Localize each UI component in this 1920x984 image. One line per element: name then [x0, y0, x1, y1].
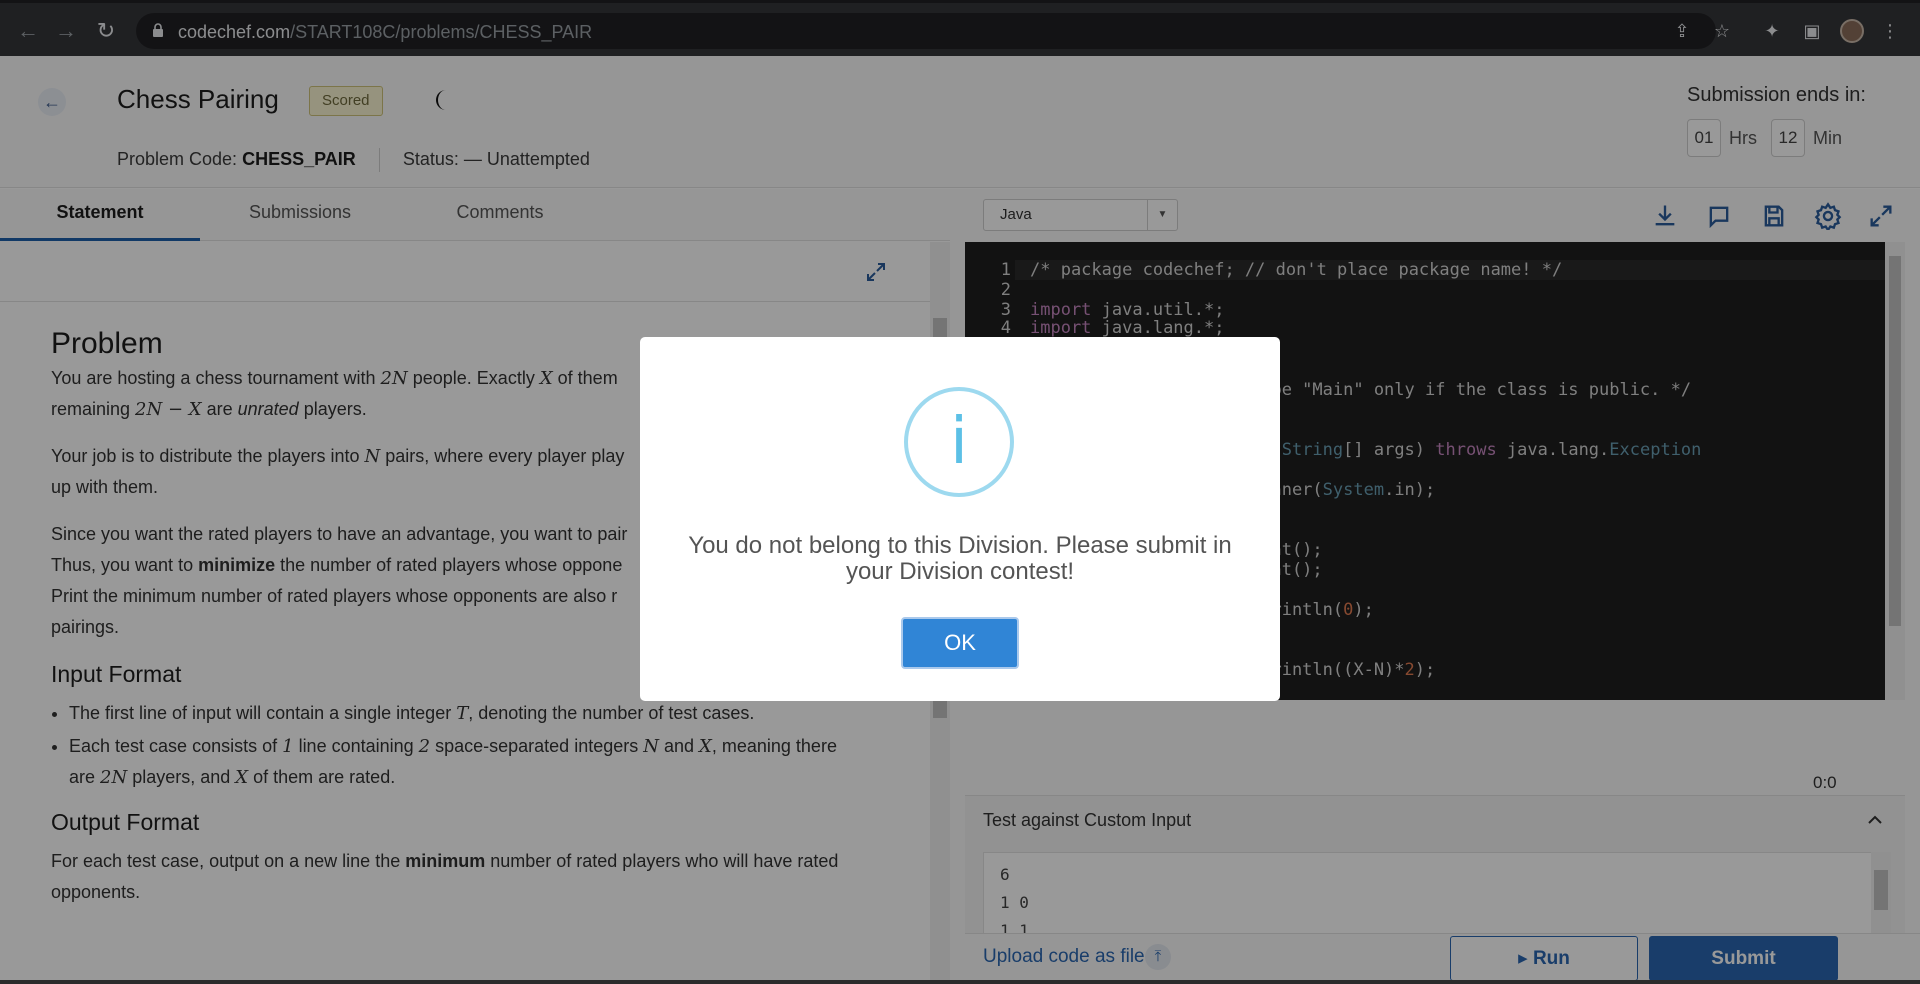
ok-button[interactable]: OK: [901, 617, 1019, 669]
division-alert-dialog: i You do not belong to this Division. Pl…: [640, 337, 1280, 701]
taskbar-strip: [0, 980, 1920, 984]
alert-message: You do not belong to this Division. Plea…: [688, 532, 1232, 585]
info-icon: i: [904, 387, 1014, 497]
